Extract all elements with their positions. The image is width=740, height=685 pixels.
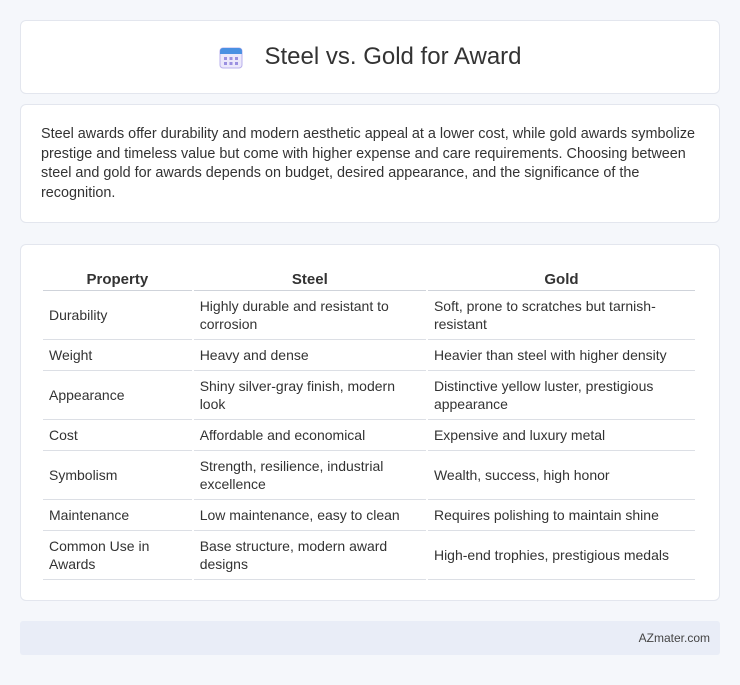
table-row: Cost Affordable and economical Expensive…: [43, 420, 695, 451]
title-wrap: Steel vs. Gold for Award: [218, 43, 522, 71]
cell-steel: Low maintenance, easy to clean: [193, 500, 426, 531]
page-title: Steel vs. Gold for Award: [264, 43, 522, 70]
cell-property: Appearance: [43, 371, 192, 420]
table-row: Symbolism Strength, resilience, industri…: [43, 451, 695, 500]
cell-steel: Strength, resilience, industrial excelle…: [193, 451, 426, 500]
cell-steel: Heavy and dense: [193, 340, 426, 371]
title-card: Steel vs. Gold for Award: [20, 20, 720, 94]
cell-property: Cost: [43, 420, 192, 451]
cell-property: Durability: [43, 291, 192, 340]
header-steel: Steel: [193, 265, 426, 291]
calendar-icon: [218, 44, 244, 70]
table-row: Weight Heavy and dense Heavier than stee…: [43, 340, 695, 371]
summary-text: Steel awards offer durability and modern…: [41, 126, 696, 201]
cell-gold: Requires polishing to maintain shine: [427, 500, 695, 531]
table-header-row: Property Steel Gold: [43, 265, 695, 291]
cell-steel: Highly durable and resistant to corrosio…: [193, 291, 426, 340]
cell-gold: Wealth, success, high honor: [427, 451, 695, 500]
footer: AZmater.com: [20, 621, 720, 655]
table-row: Appearance Shiny silver-gray finish, mod…: [43, 371, 695, 420]
cell-property: Symbolism: [43, 451, 192, 500]
cell-gold: Heavier than steel with higher density: [427, 340, 695, 371]
cell-steel: Shiny silver-gray finish, modern look: [193, 371, 426, 420]
cell-gold: Distinctive yellow luster, prestigious a…: [427, 371, 695, 420]
cell-gold: Expensive and luxury metal: [427, 420, 695, 451]
table-row: Durability Highly durable and resistant …: [43, 291, 695, 340]
comparison-table: Property Steel Gold Durability Highly du…: [41, 265, 697, 580]
cell-property: Common Use in Awards: [43, 531, 192, 580]
cell-property: Maintenance: [43, 500, 192, 531]
cell-gold: High-end trophies, prestigious medals: [427, 531, 695, 580]
cell-gold: Soft, prone to scratches but tarnish-res…: [427, 291, 695, 340]
table-row: Maintenance Low maintenance, easy to cle…: [43, 500, 695, 531]
cell-steel: Base structure, modern award designs: [193, 531, 426, 580]
summary-card: Steel awards offer durability and modern…: [20, 104, 720, 223]
cell-steel: Affordable and economical: [193, 420, 426, 451]
comparison-table-card: Property Steel Gold Durability Highly du…: [20, 244, 720, 601]
header-gold: Gold: [427, 265, 695, 291]
cell-property: Weight: [43, 340, 192, 371]
footer-site-link[interactable]: AZmater.com: [639, 631, 710, 645]
table-row: Common Use in Awards Base structure, mod…: [43, 531, 695, 580]
header-property: Property: [43, 265, 192, 291]
